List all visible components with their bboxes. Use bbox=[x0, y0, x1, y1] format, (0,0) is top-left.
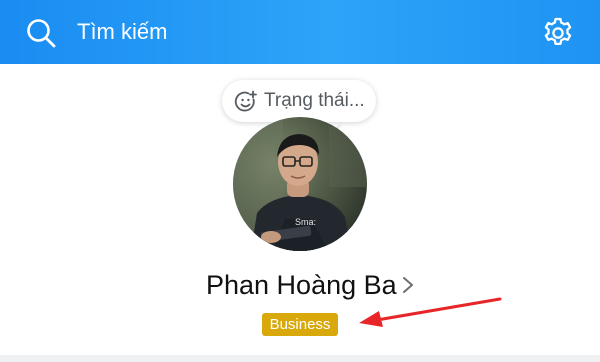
status-prompt[interactable]: Trạng thái... bbox=[264, 89, 365, 113]
section-divider bbox=[0, 355, 600, 362]
business-badge: Business bbox=[262, 313, 338, 336]
smile-plus-icon bbox=[234, 90, 257, 112]
avatar[interactable]: Sma: bbox=[233, 117, 367, 251]
avatar-photo: Sma: bbox=[233, 117, 367, 251]
gear-icon[interactable] bbox=[541, 16, 575, 50]
annotation-arrow-icon bbox=[359, 297, 502, 327]
search-input[interactable]: Tìm kiếm bbox=[77, 17, 167, 47]
top-bar: Tìm kiếm bbox=[0, 0, 600, 64]
svg-text:Sma:: Sma: bbox=[295, 217, 316, 227]
chevron-right-icon[interactable] bbox=[402, 276, 414, 294]
search-icon[interactable] bbox=[26, 18, 56, 48]
